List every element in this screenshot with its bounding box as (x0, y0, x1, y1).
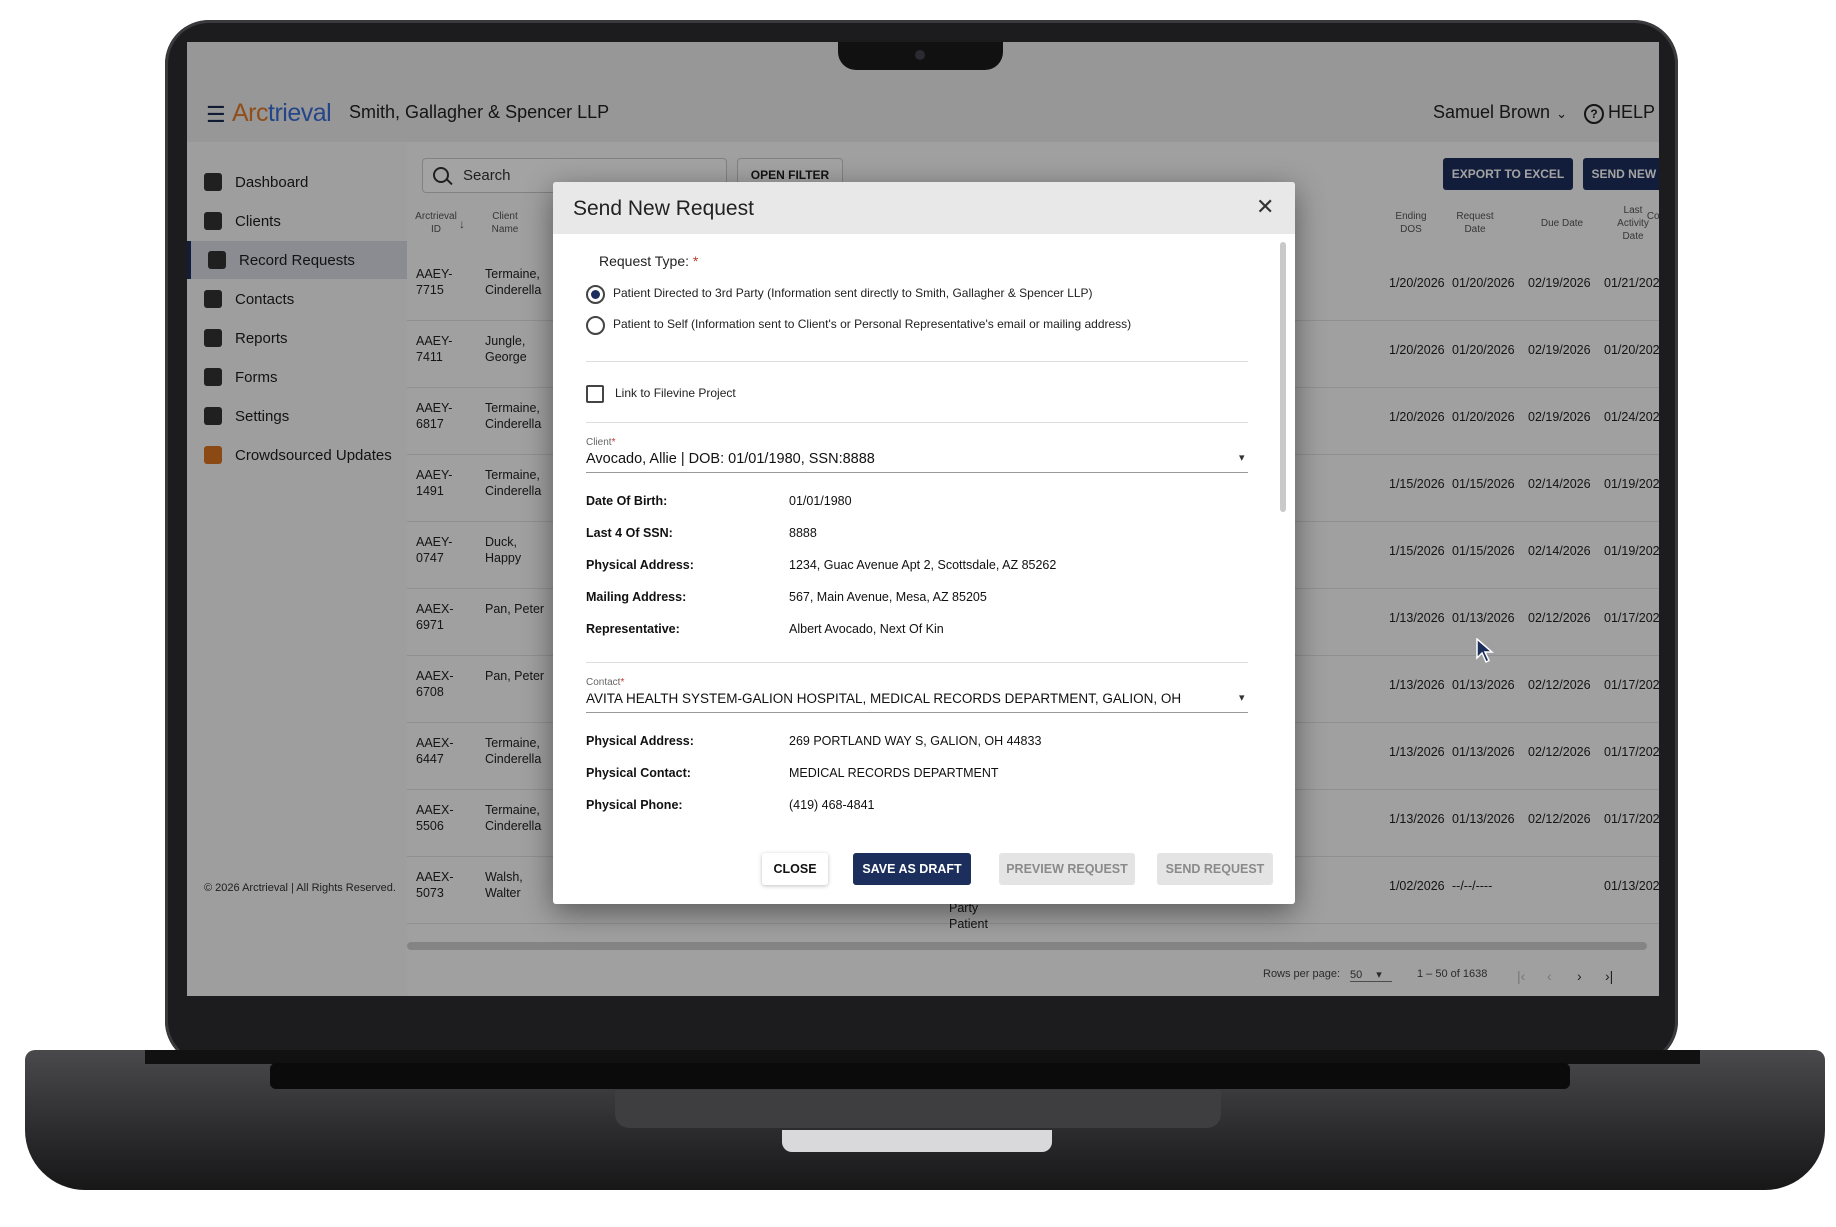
request-type-radio-self[interactable] (586, 316, 605, 335)
close-button[interactable]: CLOSE (762, 853, 828, 885)
request-type-option-third-party: Patient Directed to 3rd Party (Informati… (613, 286, 1093, 300)
request-type-option-self: Patient to Self (Information sent to Cli… (613, 317, 1132, 331)
client-field-caption: Client* (586, 437, 616, 448)
client-dob-value: 01/01/1980 (789, 494, 852, 508)
contact-physical-address-label: Physical Address: (586, 734, 694, 748)
send-new-request-dialog: Send New Request ✕ Request Type: * Patie… (553, 182, 1295, 904)
contact-field-caption: Contact* (586, 677, 625, 688)
laptop-trackpad (615, 1090, 1221, 1128)
caret-down-icon[interactable]: ▾ (1239, 691, 1245, 704)
contact-physical-contact-label: Physical Contact: (586, 766, 691, 780)
laptop-hinge (145, 1050, 1700, 1064)
client-representative-value: Albert Avocado, Next Of Kin (789, 622, 944, 636)
divider (586, 422, 1248, 423)
client-ssn-label: Last 4 Of SSN: (586, 526, 673, 540)
client-physical-address-label: Physical Address: (586, 558, 694, 572)
divider (586, 662, 1248, 663)
screen: ☰ Arctrieval Smith, Gallagher & Spencer … (187, 42, 1659, 996)
link-filevine-label: Link to Filevine Project (615, 386, 736, 400)
close-icon[interactable]: ✕ (1256, 194, 1274, 220)
caret-down-icon[interactable]: ▾ (1239, 451, 1245, 464)
contact-physical-phone-label: Physical Phone: (586, 798, 683, 812)
client-physical-address-value: 1234, Guac Avenue Apt 2, Scottsdale, AZ … (789, 558, 1057, 572)
contact-physical-contact-value: MEDICAL RECORDS DEPARTMENT (789, 766, 999, 780)
mouse-cursor-icon (1476, 638, 1494, 664)
contact-select[interactable]: AVITA HEALTH SYSTEM-GALION HOSPITAL, MED… (586, 691, 1181, 706)
client-dob-label: Date Of Birth: (586, 494, 668, 508)
contact-select-underline (586, 712, 1248, 713)
camera-notch (838, 42, 1003, 70)
client-ssn-value: 8888 (789, 526, 817, 540)
contact-physical-phone-value: (419) 468-4841 (789, 798, 875, 812)
dialog-title: Send New Request (573, 197, 754, 220)
save-as-draft-button[interactable]: SAVE AS DRAFT (853, 853, 971, 885)
client-select[interactable]: Avocado, Allie | DOB: 01/01/1980, SSN:88… (586, 451, 875, 467)
camera-icon (915, 50, 925, 60)
dialog-header: Send New Request ✕ (553, 182, 1295, 234)
request-type-label: Request Type: * (599, 253, 699, 269)
divider (586, 361, 1248, 362)
link-filevine-checkbox[interactable] (586, 385, 604, 403)
client-mailing-address-value: 567, Main Avenue, Mesa, AZ 85205 (789, 590, 987, 604)
laptop-keyboard (270, 1063, 1570, 1089)
preview-request-button[interactable]: PREVIEW REQUEST (999, 853, 1135, 885)
laptop-front-notch (782, 1130, 1052, 1152)
contact-physical-address-value: 269 PORTLAND WAY S, GALION, OH 44833 (789, 734, 1042, 748)
client-representative-label: Representative: (586, 622, 680, 636)
client-select-underline (586, 472, 1248, 473)
client-mailing-address-label: Mailing Address: (586, 590, 687, 604)
send-request-button[interactable]: SEND REQUEST (1157, 853, 1273, 885)
request-type-radio-third-party[interactable] (586, 285, 605, 304)
dialog-scrollbar[interactable] (1280, 242, 1286, 512)
